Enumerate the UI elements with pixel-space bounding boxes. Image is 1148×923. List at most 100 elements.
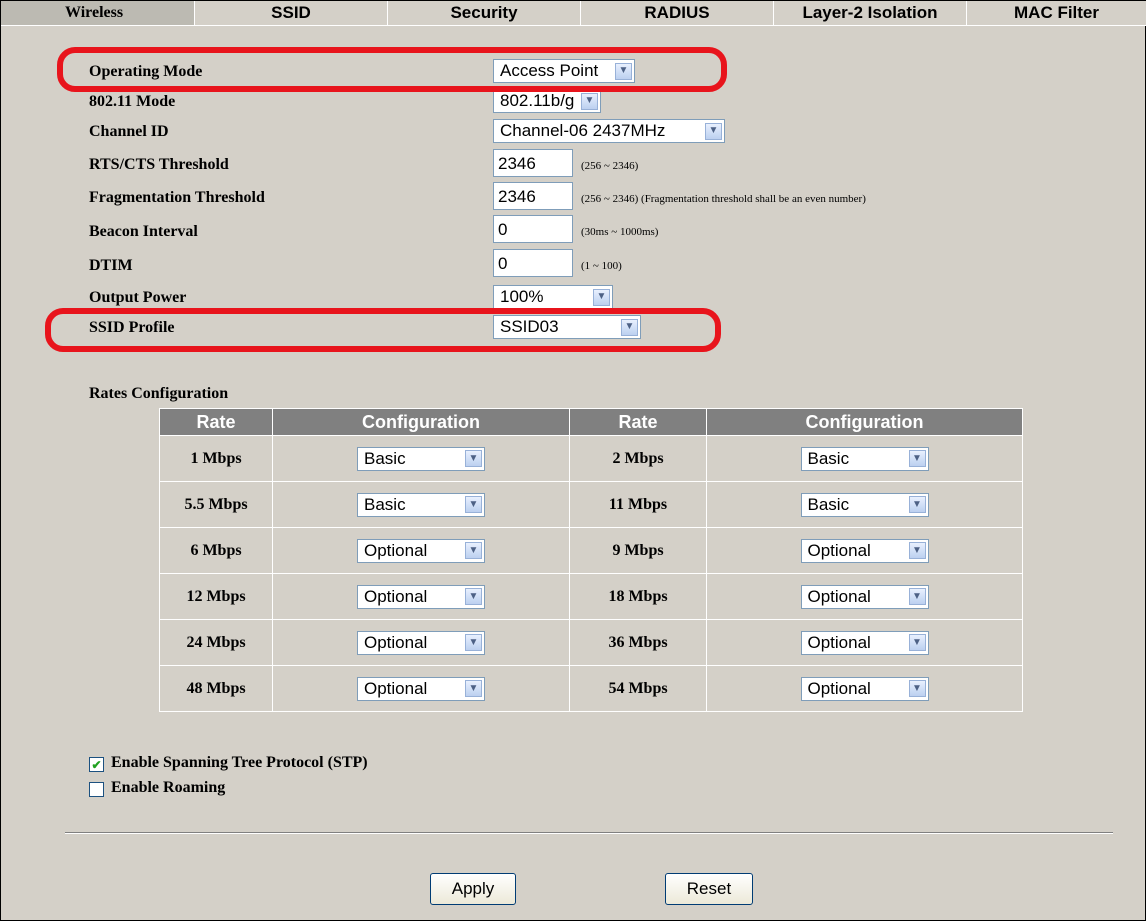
rate-configuration-select[interactable]: Basic ▼ (357, 492, 485, 517)
rate-configuration-select[interactable]: Basic ▼ (800, 446, 929, 471)
chevron-down-icon: ▼ (908, 496, 926, 513)
roaming-label: Enable Roaming (111, 779, 226, 796)
rate-cell: 12 Mbps (159, 573, 273, 620)
rate-header: Rate (159, 408, 273, 436)
divider (65, 832, 1113, 834)
rate-row: 5.5 Mbps Basic ▼ 11 Mbps Basic ▼ (159, 481, 1023, 528)
rate-configuration-select[interactable]: Optional ▼ (357, 538, 485, 563)
dtim-label: DTIM (89, 257, 133, 274)
rts-cts-input[interactable] (493, 149, 573, 177)
chevron-down-icon: ▼ (581, 92, 598, 110)
configuration-cell: Optional ▼ (272, 619, 570, 666)
mode-80211-select[interactable]: 802.11b/g ▼ (493, 89, 601, 113)
rate-row: 12 Mbps Optional ▼ 18 Mbps Optional ▼ (159, 573, 1023, 620)
rts-cts-hint: (256 ~ 2346) (581, 160, 639, 172)
rates-configuration-title: Rates Configuration (89, 385, 229, 402)
rate-configuration-value: Optional (364, 540, 428, 560)
rate-cell: 24 Mbps (159, 619, 273, 666)
chevron-down-icon: ▼ (908, 680, 926, 697)
rate-configuration-select[interactable]: Optional ▼ (357, 676, 485, 701)
mode-80211-label: 802.11 Mode (89, 93, 176, 110)
configuration-cell: Optional ▼ (272, 573, 570, 620)
beacon-interval-hint: (30ms ~ 1000ms) (581, 226, 659, 238)
chevron-down-icon: ▼ (593, 288, 610, 306)
output-power-label: Output Power (89, 289, 187, 306)
rate-configuration-select[interactable]: Optional ▼ (357, 584, 485, 609)
rate-configuration-select[interactable]: Optional ▼ (800, 538, 929, 563)
fragmentation-input[interactable] (493, 182, 573, 210)
mode-80211-value: 802.11b/g (500, 91, 575, 110)
rate-configuration-value: Optional (364, 632, 428, 652)
rate-cell: 36 Mbps (569, 619, 707, 666)
chevron-down-icon: ▼ (465, 496, 482, 513)
rate-cell: 11 Mbps (569, 481, 707, 528)
reset-button[interactable]: Reset (665, 873, 753, 905)
rate-configuration-value: Basic (364, 494, 406, 514)
rate-cell: 18 Mbps (569, 573, 707, 620)
rate-row: 24 Mbps Optional ▼ 36 Mbps Optional ▼ (159, 619, 1023, 666)
rate-configuration-select[interactable]: Basic ▼ (357, 446, 485, 471)
rate-header: Rate (569, 408, 707, 436)
rate-configuration-select[interactable]: Optional ▼ (800, 584, 929, 609)
configuration-cell: Optional ▼ (272, 527, 570, 574)
output-power-select[interactable]: 100% ▼ (493, 285, 613, 309)
channel-id-select[interactable]: Channel-06 2437MHz ▼ (493, 119, 725, 143)
rates-header-row: Rate Configuration Rate Configuration (159, 408, 1023, 436)
configuration-cell: Basic ▼ (706, 481, 1023, 528)
configuration-cell: Optional ▼ (706, 573, 1023, 620)
rate-configuration-value: Basic (807, 494, 850, 514)
dtim-hint: (1 ~ 100) (581, 260, 622, 272)
rate-cell: 48 Mbps (159, 665, 273, 712)
rate-cell: 5.5 Mbps (159, 481, 273, 528)
chevron-down-icon: ▼ (465, 634, 482, 651)
tab-security[interactable]: Security (388, 1, 581, 25)
output-power-value: 100% (500, 287, 544, 306)
roaming-checkbox[interactable] (89, 782, 104, 797)
stp-label: Enable Spanning Tree Protocol (STP) (111, 754, 368, 771)
rate-configuration-value: Basic (807, 448, 850, 468)
chevron-down-icon: ▼ (705, 122, 722, 140)
rate-configuration-value: Optional (364, 586, 428, 606)
rate-cell: 2 Mbps (569, 435, 707, 482)
operating-mode-highlight (57, 47, 727, 92)
rate-row: 1 Mbps Basic ▼ 2 Mbps Basic ▼ (159, 435, 1023, 482)
rate-configuration-value: Optional (807, 678, 871, 698)
fragmentation-hint: (256 ~ 2346) (Fragmentation threshold sh… (581, 193, 866, 205)
tab-mac-filter[interactable]: MAC Filter (967, 1, 1147, 25)
stp-checkbox[interactable]: ✔ (89, 757, 104, 772)
apply-button[interactable]: Apply (430, 873, 516, 905)
chevron-down-icon: ▼ (908, 588, 926, 605)
tab-ssid[interactable]: SSID (195, 1, 388, 25)
rate-configuration-value: Optional (364, 678, 428, 698)
rts-cts-label: RTS/CTS Threshold (89, 156, 229, 173)
dtim-input[interactable] (493, 249, 573, 277)
chevron-down-icon: ▼ (465, 588, 482, 605)
rate-configuration-select[interactable]: Optional ▼ (357, 630, 485, 655)
tab-radius[interactable]: RADIUS (581, 1, 774, 25)
rate-cell: 9 Mbps (569, 527, 707, 574)
rate-configuration-value: Optional (807, 632, 871, 652)
rate-cell: 6 Mbps (159, 527, 273, 574)
rate-configuration-value: Optional (807, 586, 871, 606)
tab-bar: Wireless SSID Security RADIUS Layer-2 Is… (1, 1, 1147, 25)
beacon-interval-input[interactable] (493, 215, 573, 243)
tab-layer2-isolation[interactable]: Layer-2 Isolation (774, 1, 967, 25)
configuration-cell: Basic ▼ (272, 435, 570, 482)
rate-configuration-value: Optional (807, 540, 871, 560)
configuration-cell: Optional ▼ (706, 619, 1023, 666)
rate-row: 48 Mbps Optional ▼ 54 Mbps Optional ▼ (159, 665, 1023, 712)
chevron-down-icon: ▼ (908, 542, 926, 559)
rate-configuration-select[interactable]: Basic ▼ (800, 492, 929, 517)
rate-configuration-select[interactable]: Optional ▼ (800, 676, 929, 701)
rate-cell: 1 Mbps (159, 435, 273, 482)
configuration-cell: Optional ▼ (706, 527, 1023, 574)
rate-configuration-select[interactable]: Optional ▼ (800, 630, 929, 655)
chevron-down-icon: ▼ (465, 450, 482, 467)
configuration-cell: Basic ▼ (272, 481, 570, 528)
chevron-down-icon: ▼ (465, 542, 482, 559)
configuration-cell: Basic ▼ (706, 435, 1023, 482)
chevron-down-icon: ▼ (908, 634, 926, 651)
tab-wireless[interactable]: Wireless (1, 1, 195, 25)
channel-id-label: Channel ID (89, 123, 169, 140)
checkmark-icon: ✔ (91, 757, 102, 772)
